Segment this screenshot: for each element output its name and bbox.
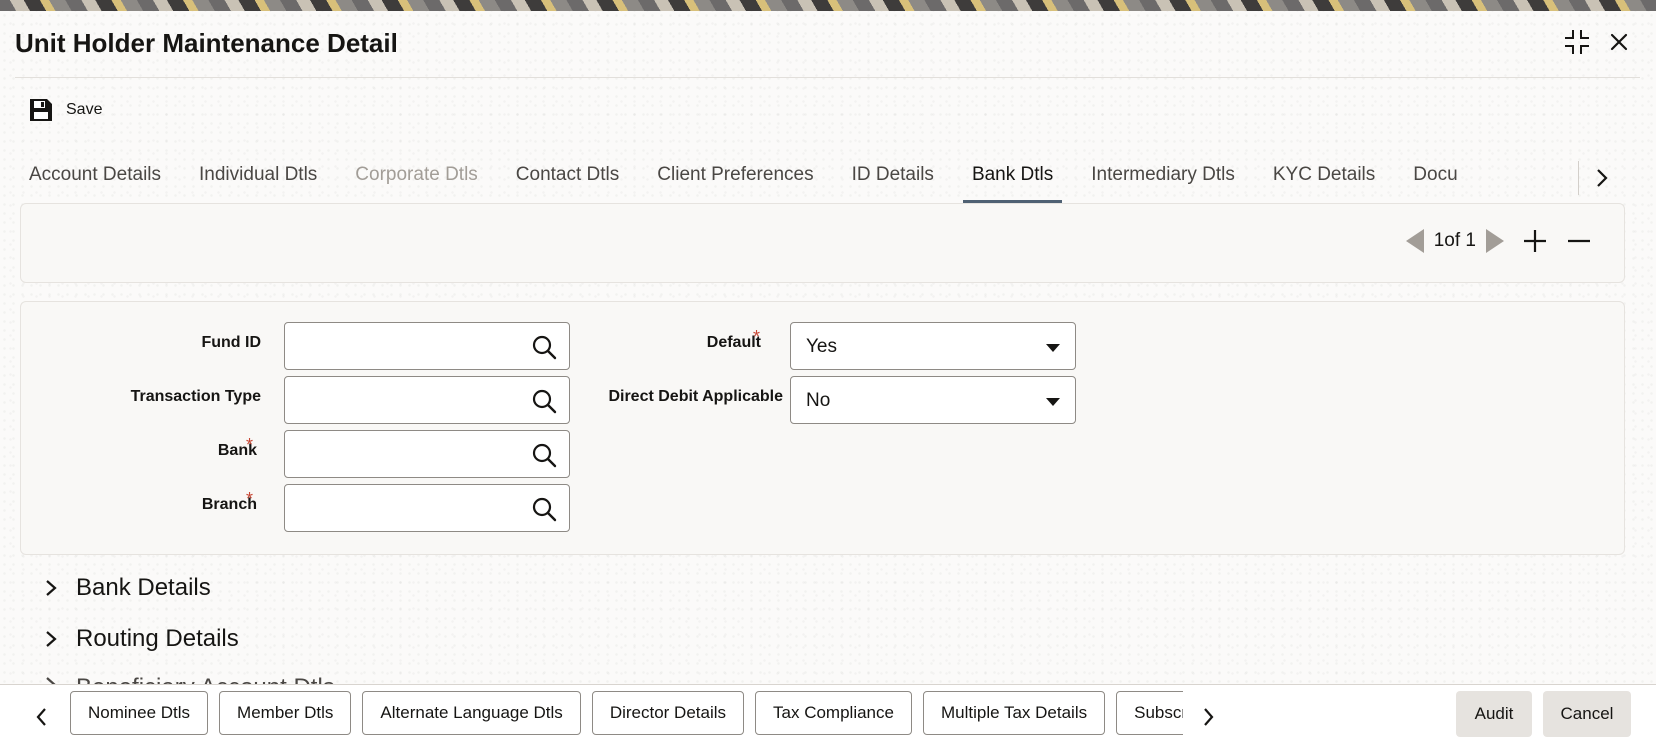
bank-required-marker: * <box>246 435 254 455</box>
add-record-button[interactable] <box>1520 226 1550 256</box>
close-icon <box>1610 33 1628 51</box>
save-button[interactable]: Save <box>28 95 102 125</box>
plus-icon <box>1524 230 1546 252</box>
branch-search-button[interactable] <box>531 496 557 522</box>
save-icon <box>30 99 52 121</box>
tab-documents[interactable]: Docu <box>1394 147 1476 203</box>
transaction-type-input[interactable] <box>284 376 570 424</box>
record-navigation-panel: 1of 1 <box>20 203 1625 283</box>
tabs-scroll-right-button[interactable] <box>1590 163 1614 193</box>
default-required-marker: * <box>753 327 761 347</box>
triangle-right-icon <box>1486 229 1504 253</box>
branch-label: Branch <box>201 496 257 513</box>
bank-label: Bank <box>217 442 257 459</box>
branch-required-marker: * <box>246 489 254 509</box>
section-routing-details[interactable]: Routing Details <box>44 625 239 653</box>
branch-input[interactable] <box>284 484 570 532</box>
section-label: Bank Details <box>76 574 211 601</box>
cancel-button[interactable]: Cancel <box>1543 691 1631 737</box>
chevron-right-icon <box>44 577 58 599</box>
tab-id-details[interactable]: ID Details <box>833 147 953 203</box>
tab-corporate-dtls: Corporate Dtls <box>355 164 478 185</box>
direct-debit-select-value: No <box>806 390 831 411</box>
bank-input[interactable] <box>284 430 570 478</box>
direct-debit-label: Direct Debit Applicable <box>608 388 783 405</box>
footer-scroll-right-button[interactable] <box>1196 703 1220 731</box>
footer-scroll-left-button[interactable] <box>30 703 54 731</box>
search-icon <box>532 335 557 360</box>
tab-intermediary-dtls[interactable]: Intermediary Dtls <box>1072 147 1254 203</box>
chevron-right-icon <box>1204 708 1214 726</box>
tab-contact-dtls[interactable]: Contact Dtls <box>497 147 638 203</box>
delete-record-button[interactable] <box>1564 226 1594 256</box>
minus-icon <box>1568 239 1590 243</box>
search-icon <box>532 443 557 468</box>
chevron-left-icon <box>36 708 46 726</box>
default-select-value: Yes <box>806 336 837 357</box>
caret-down-icon <box>1045 341 1061 353</box>
footer-tab-nominee-dtls[interactable]: Nominee Dtls <box>70 691 209 735</box>
save-label: Save <box>66 101 103 118</box>
bank-details-form-panel: Fund ID Transaction Type Bank * Branch *… <box>20 301 1625 555</box>
search-icon <box>532 497 557 522</box>
title-divider <box>15 77 1640 78</box>
tab-individual-dtls[interactable]: Individual Dtls <box>180 147 336 203</box>
default-label: Default <box>706 334 761 351</box>
transaction-type-label: Transaction Type <box>130 388 261 405</box>
section-label: Routing Details <box>76 625 239 652</box>
caret-down-icon <box>1045 395 1061 407</box>
footer-tab-tax-compliance[interactable]: Tax Compliance <box>755 691 912 735</box>
chevron-right-icon <box>1597 169 1608 187</box>
tabs-divider <box>1578 161 1579 195</box>
tab-bar: Account Details Individual Dtls Corporat… <box>10 147 1580 203</box>
footer-tab-multiple-tax-details[interactable]: Multiple Tax Details <box>922 691 1106 735</box>
footer-tab-director-details[interactable]: Director Details <box>591 691 745 735</box>
previous-record-button[interactable] <box>1404 228 1426 254</box>
footer-tab-member-dtls[interactable]: Member Dtls <box>219 691 352 735</box>
tab-bank-dtls[interactable]: Bank Dtls <box>953 147 1072 203</box>
next-record-button[interactable] <box>1484 228 1506 254</box>
record-count: 1of 1 <box>1433 230 1476 251</box>
footer-tab-subscription[interactable]: Subscr <box>1116 691 1183 735</box>
fund-id-label: Fund ID <box>201 334 261 351</box>
footer-subscreen-tabs: Nominee Dtls Member Dtls Alternate Langu… <box>70 691 1183 737</box>
tab-kyc-details[interactable]: KYC Details <box>1254 147 1394 203</box>
record-pager: 1of 1 <box>1404 226 1594 256</box>
bank-search-button[interactable] <box>531 442 557 468</box>
chevron-right-icon <box>44 628 58 650</box>
footer-tab-alternate-language-dtls[interactable]: Alternate Language Dtls <box>362 691 581 735</box>
collapse-icon <box>1565 30 1589 54</box>
minimize-window-button[interactable] <box>1562 27 1592 57</box>
direct-debit-select[interactable]: No <box>790 376 1076 424</box>
tab-account-details[interactable]: Account Details <box>10 147 180 203</box>
triangle-left-icon <box>1405 229 1424 253</box>
maintenance-window: Unit Holder Maintenance Detail Save Acco… <box>0 11 1656 747</box>
window-title: Unit Holder Maintenance Detail <box>15 28 398 58</box>
fund-id-input[interactable] <box>284 322 570 370</box>
tab-client-preferences[interactable]: Client Preferences <box>638 147 832 203</box>
section-bank-details[interactable]: Bank Details <box>44 574 211 602</box>
fund-id-search-button[interactable] <box>531 334 557 360</box>
audit-button[interactable]: Audit <box>1456 691 1532 737</box>
close-window-button[interactable] <box>1604 27 1634 57</box>
search-icon <box>532 389 557 414</box>
default-select[interactable]: Yes <box>790 322 1076 370</box>
transaction-type-search-button[interactable] <box>531 388 557 414</box>
footer-bar: Nominee Dtls Member Dtls Alternate Langu… <box>0 684 1656 747</box>
top-banner <box>0 0 1656 11</box>
